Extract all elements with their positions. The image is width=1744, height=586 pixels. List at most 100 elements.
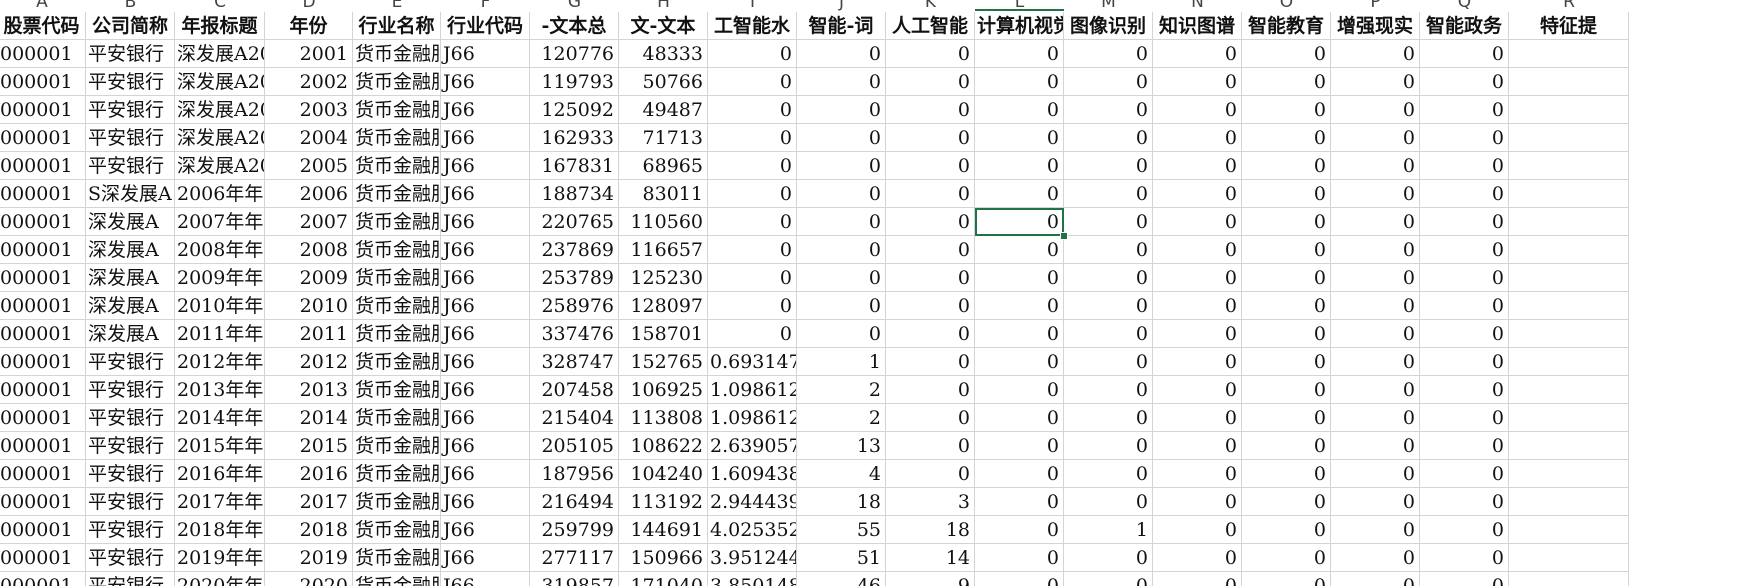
table-cell[interactable]: 0 (1153, 68, 1242, 96)
table-cell[interactable]: 113808 (619, 404, 708, 432)
table-cell[interactable]: 0 (975, 432, 1064, 460)
table-cell[interactable]: 深发展A20 (175, 68, 265, 96)
table-cell[interactable]: 0 (1242, 516, 1331, 544)
table-cell[interactable]: 187956 (530, 460, 619, 488)
table-cell[interactable]: 000001 (0, 572, 86, 586)
header-cell[interactable]: 公司简称 (86, 12, 175, 40)
table-cell[interactable]: 49487 (619, 96, 708, 124)
table-cell[interactable]: 平安银行 (86, 516, 175, 544)
table-cell[interactable]: 0 (1064, 152, 1153, 180)
table-cell[interactable]: 平安银行 (86, 488, 175, 516)
table-cell[interactable]: 0 (1242, 292, 1331, 320)
table-cell[interactable]: 货币金融服 (353, 96, 441, 124)
table-cell[interactable]: 337476 (530, 320, 619, 348)
table-cell[interactable]: J66 (441, 348, 530, 376)
table-cell[interactable]: 277117 (530, 544, 619, 572)
table-cell[interactable] (1509, 432, 1629, 460)
table-cell[interactable]: 货币金融服 (353, 320, 441, 348)
column-header-bar[interactable]: ABCDEFGHIJKLMNOPQR (0, 0, 1744, 12)
table-cell[interactable]: 14 (886, 544, 975, 572)
table-cell[interactable]: 0 (708, 208, 797, 236)
table-cell[interactable]: 83011 (619, 180, 708, 208)
table-cell[interactable]: 0 (1153, 432, 1242, 460)
table-cell[interactable]: 0 (797, 264, 886, 292)
table-cell[interactable]: 50766 (619, 68, 708, 96)
column-letter-a[interactable]: A (0, 0, 86, 12)
table-cell[interactable]: 平安银行 (86, 404, 175, 432)
column-letter-f[interactable]: F (441, 0, 530, 12)
table-cell[interactable]: 货币金融服 (353, 544, 441, 572)
table-cell[interactable]: 144691 (619, 516, 708, 544)
table-cell[interactable]: 0 (708, 152, 797, 180)
table-cell[interactable]: 0 (886, 208, 975, 236)
header-cell[interactable]: 行业名称 (353, 12, 441, 40)
table-cell[interactable]: 0 (797, 180, 886, 208)
table-cell[interactable]: 128097 (619, 292, 708, 320)
table-cell[interactable]: 0 (975, 320, 1064, 348)
table-cell[interactable]: 9 (886, 572, 975, 586)
table-cell[interactable]: 000001 (0, 292, 86, 320)
table-cell[interactable]: 0 (1242, 348, 1331, 376)
table-cell[interactable]: 000001 (0, 152, 86, 180)
header-cell[interactable]: 年份 (265, 12, 353, 40)
table-cell[interactable]: 0 (797, 40, 886, 68)
table-cell[interactable]: 0 (886, 348, 975, 376)
table-cell[interactable]: 0 (1064, 96, 1153, 124)
column-letter-h[interactable]: H (619, 0, 708, 12)
column-letter-i[interactable]: I (708, 0, 797, 12)
table-cell[interactable]: 2007 (265, 208, 353, 236)
table-cell[interactable]: 0 (1331, 152, 1420, 180)
table-cell[interactable]: 2010 (265, 292, 353, 320)
column-letter-p[interactable]: P (1331, 0, 1420, 12)
table-cell[interactable]: 2014年年度 (175, 404, 265, 432)
column-letter-r[interactable]: R (1509, 0, 1629, 12)
table-cell[interactable]: J66 (441, 432, 530, 460)
table-cell[interactable]: 000001 (0, 68, 86, 96)
table-cell[interactable]: 2015年年度 (175, 432, 265, 460)
table-cell[interactable]: J66 (441, 124, 530, 152)
table-cell[interactable]: 2013 (265, 376, 353, 404)
table-cell[interactable] (1509, 488, 1629, 516)
table-cell[interactable]: J66 (441, 68, 530, 96)
table-cell[interactable]: 深发展A (86, 264, 175, 292)
table-cell[interactable]: 2002 (265, 68, 353, 96)
table-cell[interactable]: J66 (441, 376, 530, 404)
table-cell[interactable]: 0 (886, 460, 975, 488)
table-cell[interactable]: 2019 (265, 544, 353, 572)
table-cell[interactable]: 深发展A20 (175, 96, 265, 124)
table-cell[interactable]: 0 (1331, 488, 1420, 516)
table-cell[interactable]: 3 (886, 488, 975, 516)
header-cell[interactable]: 人工智能 (886, 12, 975, 40)
table-cell[interactable]: 平安银行 (86, 96, 175, 124)
table-cell[interactable]: S深发展A (86, 180, 175, 208)
table-cell[interactable] (1509, 544, 1629, 572)
table-cell[interactable] (1509, 124, 1629, 152)
table-cell[interactable]: 0 (1420, 124, 1509, 152)
column-letter-o[interactable]: O (1242, 0, 1331, 12)
table-cell[interactable]: 0 (975, 572, 1064, 586)
table-cell[interactable]: J66 (441, 40, 530, 68)
table-cell[interactable]: 0 (1420, 376, 1509, 404)
table-cell[interactable]: 0 (886, 404, 975, 432)
table-cell[interactable]: 116657 (619, 236, 708, 264)
table-cell[interactable]: 0 (1153, 152, 1242, 180)
table-cell[interactable]: 平安银行 (86, 348, 175, 376)
table-cell[interactable]: 207458 (530, 376, 619, 404)
table-cell[interactable]: 0 (886, 96, 975, 124)
table-cell[interactable]: 0 (797, 292, 886, 320)
table-cell[interactable]: 55 (797, 516, 886, 544)
table-cell[interactable]: 0 (975, 68, 1064, 96)
table-cell[interactable]: J66 (441, 320, 530, 348)
table-cell[interactable]: 货币金融服 (353, 180, 441, 208)
table-cell[interactable]: 0 (1420, 544, 1509, 572)
table-cell[interactable]: 2015 (265, 432, 353, 460)
table-cell[interactable]: 货币金融服 (353, 236, 441, 264)
table-cell[interactable]: 0 (1153, 124, 1242, 152)
table-cell[interactable]: 000001 (0, 208, 86, 236)
table-cell[interactable]: 深发展A (86, 208, 175, 236)
table-cell[interactable]: 平安银行 (86, 152, 175, 180)
header-cell[interactable]: 年报标题 (175, 12, 265, 40)
table-cell[interactable]: 2003 (265, 96, 353, 124)
table-cell[interactable]: 0 (1153, 404, 1242, 432)
table-cell[interactable]: J66 (441, 264, 530, 292)
